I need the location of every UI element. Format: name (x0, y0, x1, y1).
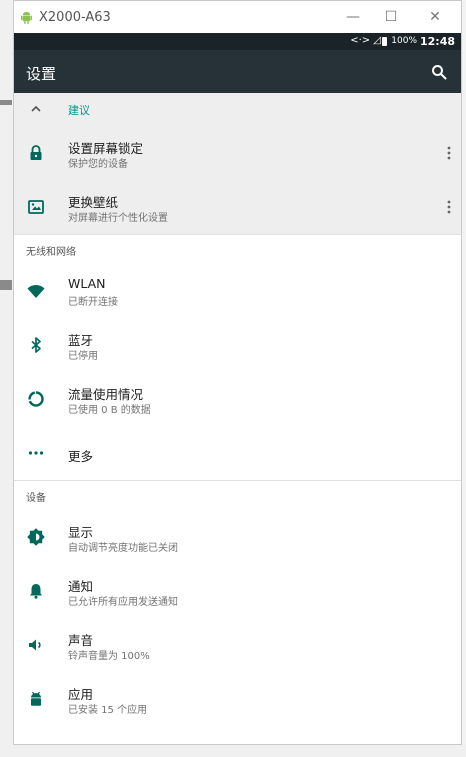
desktop-background-bottom (0, 744, 466, 757)
signal-icons: <·> ◿ (350, 35, 381, 46)
settings-item-more[interactable]: 更多 (14, 426, 461, 480)
suggestions-block: 建议 设置屏幕锁定 保护您的设备 更换壁纸 对屏幕进行个性化设置 (14, 93, 461, 234)
close-button[interactable]: ✕ (423, 7, 447, 27)
window-title: X2000-A63 (39, 10, 111, 25)
android-icon (31, 691, 41, 706)
volume-icon (29, 639, 41, 651)
item-subtitle: 自动调节亮度功能已关闭 (68, 543, 178, 554)
section-header-device: 设备 (14, 480, 461, 510)
section-label: 无线和网络 (26, 247, 76, 258)
suggestion-item-wallpaper[interactable]: 更换壁纸 对屏幕进行个性化设置 (14, 180, 461, 234)
data-usage-icon (28, 391, 44, 407)
suggestion-item-screen-lock[interactable]: 设置屏幕锁定 保护您的设备 (14, 126, 461, 180)
settings-list: 建议 设置屏幕锁定 保护您的设备 更换壁纸 对屏幕进行个性化设置 无线和网络 W… (14, 93, 461, 726)
section-label: 设备 (26, 493, 46, 504)
bluetooth-icon (31, 337, 41, 353)
page-title: 设置 (26, 65, 57, 83)
more-vert-icon[interactable] (447, 145, 451, 161)
bell-icon (30, 584, 42, 599)
item-subtitle: 已停用 (68, 351, 98, 362)
desktop-mark (0, 280, 12, 290)
suggestions-label: 建议 (68, 104, 90, 117)
item-subtitle: 已允许所有应用发送通知 (68, 597, 178, 608)
section-header-wireless: 无线和网络 (14, 234, 461, 264)
item-subtitle: 保护您的设备 (68, 159, 128, 170)
settings-item-sound[interactable]: 声音 铃声音量为 100% (14, 618, 461, 672)
desktop-background (0, 0, 14, 757)
item-title: 更多 (68, 449, 94, 464)
settings-item-notifications[interactable]: 通知 已允许所有应用发送通知 (14, 564, 461, 618)
wifi-icon (27, 284, 45, 298)
desktop-mark (0, 100, 12, 105)
settings-item-wlan[interactable]: WLAN 已断开连接 (14, 264, 461, 318)
wallpaper-icon (28, 200, 44, 214)
settings-toolbar: 设置 (14, 50, 461, 93)
maximize-button[interactable]: ☐ (379, 7, 403, 27)
item-subtitle: 已断开连接 (68, 297, 118, 308)
more-vert-icon[interactable] (447, 199, 451, 215)
item-title: WLAN (68, 276, 106, 291)
brightness-icon (27, 528, 45, 546)
settings-item-bluetooth[interactable]: 蓝牙 已停用 (14, 318, 461, 372)
item-subtitle: 铃声音量为 100% (68, 651, 150, 662)
more-horiz-icon (28, 451, 44, 455)
item-subtitle: 对屏幕进行个性化设置 (68, 213, 168, 224)
suggestions-header[interactable]: 建议 (14, 93, 461, 126)
item-subtitle: 已使用 0 B 的数据 (68, 405, 151, 416)
status-clock: 12:48 (419, 35, 455, 48)
emulator-window: X2000-A63 — ☐ ✕ <·> ◿ 100% 12:48 设置 建议 设… (13, 0, 462, 745)
battery-percent: 100% (391, 36, 417, 46)
android-app-icon (20, 11, 33, 24)
settings-item-apps[interactable]: 应用 已安装 15 个应用 (14, 672, 461, 726)
minimize-button[interactable]: — (341, 7, 365, 27)
settings-item-display[interactable]: 显示 自动调节亮度功能已关闭 (14, 510, 461, 564)
item-subtitle: 已安装 15 个应用 (68, 705, 148, 716)
lock-icon (30, 145, 42, 160)
window-titlebar[interactable]: X2000-A63 — ☐ ✕ (14, 1, 461, 33)
search-icon[interactable] (431, 64, 447, 80)
android-status-bar: <·> ◿ 100% 12:48 (14, 33, 461, 50)
settings-item-data-usage[interactable]: 流量使用情况 已使用 0 B 的数据 (14, 372, 461, 426)
desktop-background-right (462, 0, 466, 757)
chevron-up-icon (31, 105, 41, 112)
battery-icon (382, 37, 387, 46)
